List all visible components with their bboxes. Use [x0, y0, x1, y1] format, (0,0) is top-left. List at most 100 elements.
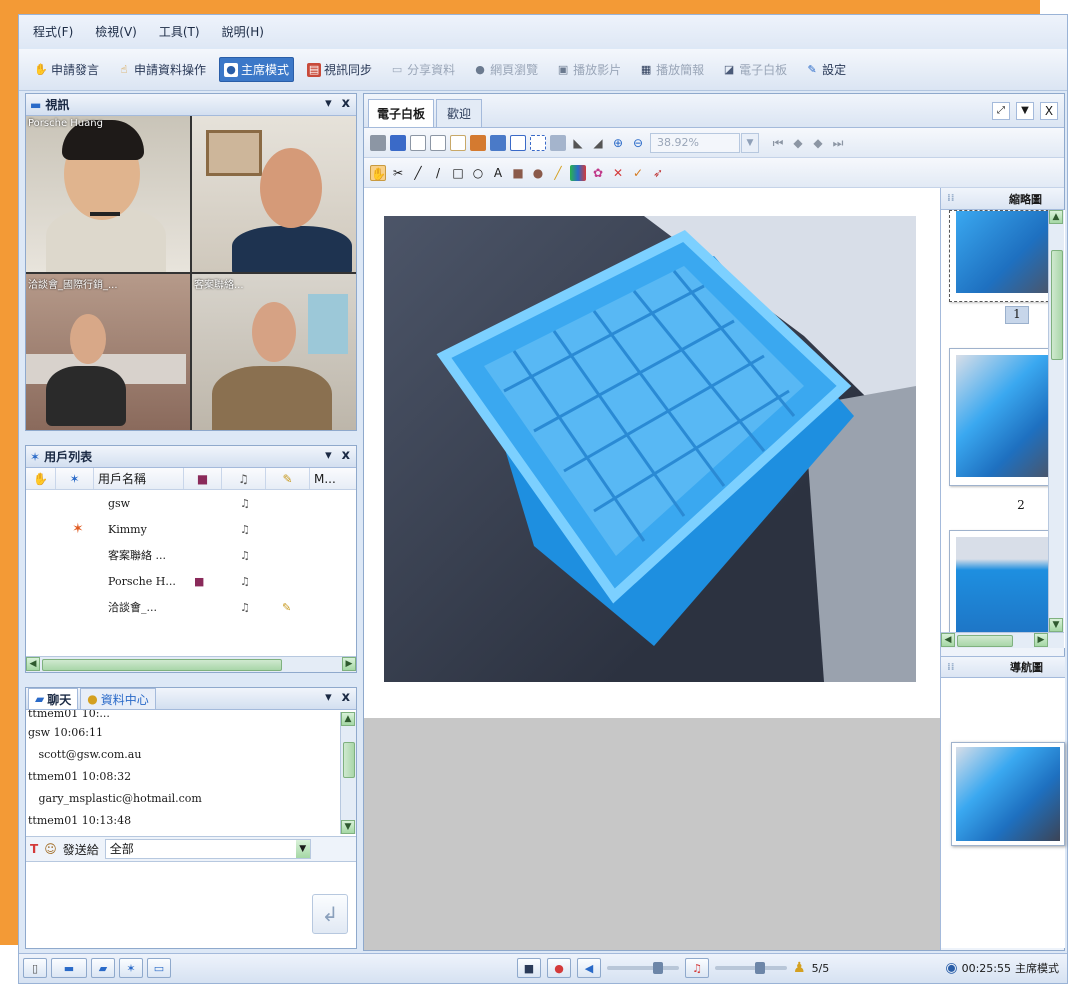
col-star-icon[interactable]: ✶ — [56, 468, 94, 489]
new-page-icon[interactable] — [410, 134, 426, 151]
layout-single-icon[interactable]: ▯ — [23, 958, 47, 978]
tab-whiteboard[interactable]: 電子白板 — [368, 99, 435, 127]
play-video-button[interactable]: ▣ 播放影片 — [551, 57, 626, 82]
user-row[interactable]: ✶ Kimmy ♫ — [26, 516, 356, 542]
panel-close-icon[interactable]: x — [342, 96, 350, 111]
scissors-icon[interactable]: ✂ — [390, 165, 406, 181]
video-feed-2[interactable] — [192, 116, 356, 272]
check-icon[interactable]: ✓ — [630, 165, 646, 181]
align-right-icon[interactable]: ◢ — [590, 135, 606, 151]
speaker-volume-slider[interactable] — [607, 962, 679, 974]
speaker-icon[interactable]: ◀ — [577, 958, 601, 978]
filled-rectangle-icon[interactable]: ■ — [510, 165, 526, 181]
chevron-down-icon[interactable]: ▼ — [741, 132, 759, 153]
restore-icon[interactable]: ⤢ — [992, 102, 1010, 120]
user-row[interactable]: gsw ♫ — [26, 490, 356, 516]
thumbnail-1[interactable] — [949, 210, 1059, 302]
col-mic-icon[interactable]: ♫ — [222, 468, 266, 489]
open-icon[interactable] — [370, 134, 386, 151]
layout-users-icon[interactable]: ✶ — [119, 958, 143, 978]
col-username[interactable]: 用戶名稱 — [94, 468, 184, 489]
frame-icon[interactable] — [510, 134, 526, 151]
next-page-icon[interactable]: ◆ — [810, 135, 826, 151]
chat-input[interactable] — [26, 864, 314, 948]
panel-menu-icon[interactable]: ▾ — [325, 448, 332, 463]
panel-menu-icon[interactable]: ▾ — [325, 690, 332, 705]
video-feed-4[interactable]: 客案聯絡... — [192, 274, 356, 430]
scroll-thumb[interactable] — [957, 635, 1013, 647]
panel-menu-icon[interactable]: ▾ — [325, 96, 332, 111]
text-tool-icon[interactable]: A — [490, 165, 506, 181]
scroll-up-icon[interactable]: ▲ — [1049, 210, 1063, 224]
user-row[interactable]: 洽談會_... ♫ ✎ — [26, 594, 356, 620]
video-feed-3[interactable]: 洽談會_國際行銷_... — [26, 274, 190, 430]
thumbnails-hscroll[interactable]: ◀ ▶ — [941, 632, 1064, 648]
chair-mode-button[interactable]: ● 主席模式 — [219, 57, 295, 82]
col-camera-icon[interactable]: ■ — [184, 468, 222, 489]
line-tool-icon[interactable]: / — [430, 165, 446, 181]
scroll-thumb[interactable] — [1051, 250, 1063, 360]
share-data-button[interactable]: ▭ 分享資料 — [385, 57, 460, 82]
thumbnail-3[interactable] — [949, 530, 1059, 648]
save-icon[interactable] — [390, 134, 406, 151]
close-icon[interactable]: X — [1040, 102, 1058, 120]
scroll-down-icon[interactable]: ▼ — [1049, 618, 1063, 632]
dropdown-icon[interactable]: ▼ — [1016, 102, 1034, 120]
layout-chat-icon[interactable]: ▰ — [91, 958, 115, 978]
send-to-select[interactable]: 全部 ▼ — [104, 839, 311, 859]
presentation-button[interactable]: ▦ 播放簡報 — [634, 57, 709, 82]
web-browse-button[interactable]: ● 網頁瀏覽 — [468, 57, 543, 82]
menu-tools[interactable]: 工具(T) — [155, 21, 204, 42]
zoom-select[interactable]: 38.92% ▼ — [650, 132, 759, 153]
pen-tool-icon[interactable]: ╱ — [410, 165, 426, 181]
capture-icon[interactable] — [550, 134, 566, 151]
col-pen-icon[interactable]: ✎ — [266, 468, 310, 489]
user-list-hscroll[interactable]: ◀ ▶ — [26, 656, 356, 672]
video-feed-1[interactable]: Porsche Huang — [26, 116, 190, 272]
scroll-down-icon[interactable]: ▼ — [341, 820, 355, 834]
navigator-view[interactable] — [941, 678, 1065, 948]
thumbnails-vscroll[interactable]: ▲ ▼ — [1048, 210, 1064, 632]
chevron-down-icon[interactable]: ▼ — [295, 840, 310, 858]
layout-message-icon[interactable]: ▭ — [147, 958, 171, 978]
col-hand-icon[interactable]: ✋ — [26, 468, 56, 489]
menu-help[interactable]: 說明(H) — [218, 21, 268, 42]
highlighter-icon[interactable]: ╱ — [550, 165, 566, 181]
filled-ellipse-icon[interactable]: ● — [530, 165, 546, 181]
scroll-thumb[interactable] — [343, 742, 355, 778]
align-left-icon[interactable]: ◣ — [570, 135, 586, 151]
layout-screen-icon[interactable]: ▬ — [51, 958, 87, 978]
copy-page-icon[interactable] — [430, 134, 446, 151]
whiteboard-button[interactable]: ◪ 電子白板 — [717, 57, 792, 82]
screen-icon[interactable] — [490, 134, 506, 151]
rectangle-tool-icon[interactable]: □ — [450, 165, 466, 181]
user-row[interactable]: Porsche H... ■ ♫ — [26, 568, 356, 594]
delete-icon[interactable]: ✕ — [610, 165, 626, 181]
panel-close-icon[interactable]: x — [342, 448, 350, 463]
scroll-thumb[interactable] — [42, 659, 282, 671]
menu-view[interactable]: 檢視(V) — [91, 21, 141, 42]
camera-icon[interactable]: ■ — [517, 958, 541, 978]
request-data-op-button[interactable]: ☝ 申請資料操作 — [112, 57, 211, 82]
menu-program[interactable]: 程式(F) — [29, 21, 77, 42]
ellipse-tool-icon[interactable]: ○ — [470, 165, 486, 181]
mic-volume-slider[interactable] — [715, 962, 787, 974]
send-button[interactable]: ↲ — [312, 894, 348, 934]
zoom-in-icon[interactable]: ⊕ — [610, 135, 626, 151]
col-more[interactable]: M... — [310, 468, 350, 489]
pointer-tool-icon[interactable]: ➶ — [650, 165, 666, 181]
chat-vscroll[interactable]: ▲ ▼ — [340, 712, 356, 834]
copy-icon[interactable] — [450, 134, 466, 151]
panel-close-icon[interactable]: x — [342, 690, 350, 705]
scroll-left-icon[interactable]: ◀ — [941, 633, 955, 647]
paste-icon[interactable] — [470, 134, 486, 151]
zoom-out-icon[interactable]: ⊖ — [630, 135, 646, 151]
video-sync-button[interactable]: ▤ 視訊同步 — [302, 57, 377, 82]
tab-data-center[interactable]: ● 資料中心 — [80, 688, 156, 709]
scroll-right-icon[interactable]: ▶ — [342, 657, 356, 671]
select-area-icon[interactable] — [530, 134, 546, 151]
record-icon[interactable]: ● — [547, 958, 571, 978]
emoticon-icon[interactable]: ☺ — [44, 842, 57, 856]
tab-chat[interactable]: ▰ 聊天 — [28, 688, 79, 709]
microphone-icon[interactable]: ♫ — [685, 958, 709, 978]
